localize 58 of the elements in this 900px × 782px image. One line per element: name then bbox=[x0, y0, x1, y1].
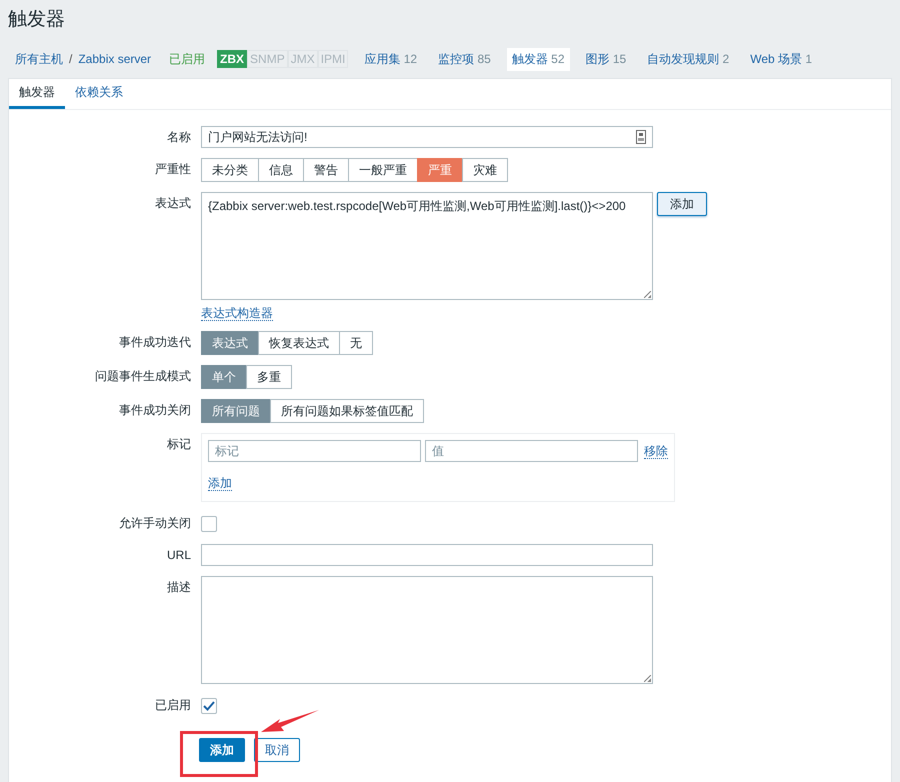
segment-option[interactable]: 一般严重 bbox=[348, 158, 418, 182]
checkbox[interactable] bbox=[201, 698, 217, 714]
segment-option[interactable]: 警告 bbox=[303, 158, 349, 182]
segment-option[interactable]: 所有问题 bbox=[201, 399, 271, 423]
tag-name-field[interactable]: 标记 bbox=[208, 440, 421, 462]
segment-option[interactable]: 所有问题如果标签值匹配 bbox=[270, 399, 424, 423]
field-label: 名称 bbox=[166, 129, 191, 146]
field-label: 问题事件生成模式 bbox=[94, 368, 191, 385]
nav-link[interactable]: 自动发现规则 2 bbox=[642, 48, 734, 70]
availability-badge: JMX bbox=[288, 50, 318, 68]
field-label: 表达式 bbox=[154, 195, 191, 212]
nav-link[interactable]: 触发器 52 bbox=[506, 48, 570, 70]
availability-badge: ZBX bbox=[217, 50, 248, 68]
status-label: 已启用 bbox=[169, 50, 206, 68]
contact-card-icon bbox=[636, 130, 646, 144]
resize-handle[interactable] bbox=[644, 291, 651, 298]
submit-button[interactable]: 添加 bbox=[199, 738, 245, 762]
url-field[interactable] bbox=[201, 544, 653, 566]
field-label: 事件成功迭代 bbox=[118, 334, 191, 351]
segment-option[interactable]: 多重 bbox=[246, 365, 292, 389]
segment-option[interactable]: 单个 bbox=[201, 365, 247, 389]
segment-option[interactable]: 恢复表达式 bbox=[258, 331, 340, 355]
checkbox[interactable] bbox=[201, 516, 217, 532]
nav-link[interactable]: 图形 15 bbox=[580, 48, 632, 70]
tab[interactable]: 依赖关系 bbox=[65, 79, 133, 109]
availability-badge: SNMP bbox=[247, 50, 288, 68]
field-label: 允许手动关闭 bbox=[118, 515, 191, 532]
annotation-arrow bbox=[260, 709, 320, 735]
description-textarea[interactable] bbox=[201, 576, 653, 684]
nav-link[interactable]: Web 场景 1 bbox=[745, 48, 818, 70]
tag-value-field[interactable]: 值 bbox=[425, 440, 638, 462]
resize-handle[interactable] bbox=[644, 675, 651, 682]
field-label: 描述 bbox=[166, 579, 191, 596]
field-label: 事件成功关闭 bbox=[118, 402, 191, 419]
segment-option[interactable]: 无 bbox=[339, 331, 373, 355]
segment-option[interactable]: 信息 bbox=[258, 158, 304, 182]
breadcrumb-separator: / bbox=[69, 52, 72, 66]
segment-option[interactable]: 表达式 bbox=[201, 331, 259, 355]
field-label: 标记 bbox=[166, 436, 191, 453]
expression-builder-link[interactable]: 表达式构造器 bbox=[201, 306, 273, 321]
breadcrumb-link[interactable]: Zabbix server bbox=[78, 52, 152, 66]
nav-link[interactable]: 应用集 12 bbox=[359, 48, 422, 70]
cancel-button[interactable]: 取消 bbox=[254, 738, 300, 762]
tab[interactable]: 触发器 bbox=[9, 79, 65, 109]
breadcrumb-link[interactable]: 所有主机 bbox=[15, 50, 63, 68]
add-tag-link[interactable]: 添加 bbox=[208, 476, 232, 491]
name-field[interactable]: 门户网站无法访问! bbox=[201, 126, 653, 148]
expression-textarea[interactable]: {Zabbix server:web.test.rspcode[Web可用性监测,Web可用性监测].last()}<>200 bbox=[201, 192, 653, 300]
nav-link[interactable]: 监控项 85 bbox=[433, 48, 496, 70]
availability-badge: IPMI bbox=[318, 50, 348, 68]
segment-option[interactable]: 未分类 bbox=[201, 158, 259, 182]
add-button[interactable]: 添加 bbox=[657, 192, 707, 216]
field-label: URL bbox=[166, 547, 191, 564]
field-label: 已启用 bbox=[154, 697, 191, 714]
segment-option[interactable]: 灾难 bbox=[462, 158, 508, 182]
remove-link[interactable]: 移除 bbox=[644, 444, 668, 459]
page-title: 触发器 bbox=[7, 8, 66, 32]
field-label: 严重性 bbox=[154, 161, 191, 178]
